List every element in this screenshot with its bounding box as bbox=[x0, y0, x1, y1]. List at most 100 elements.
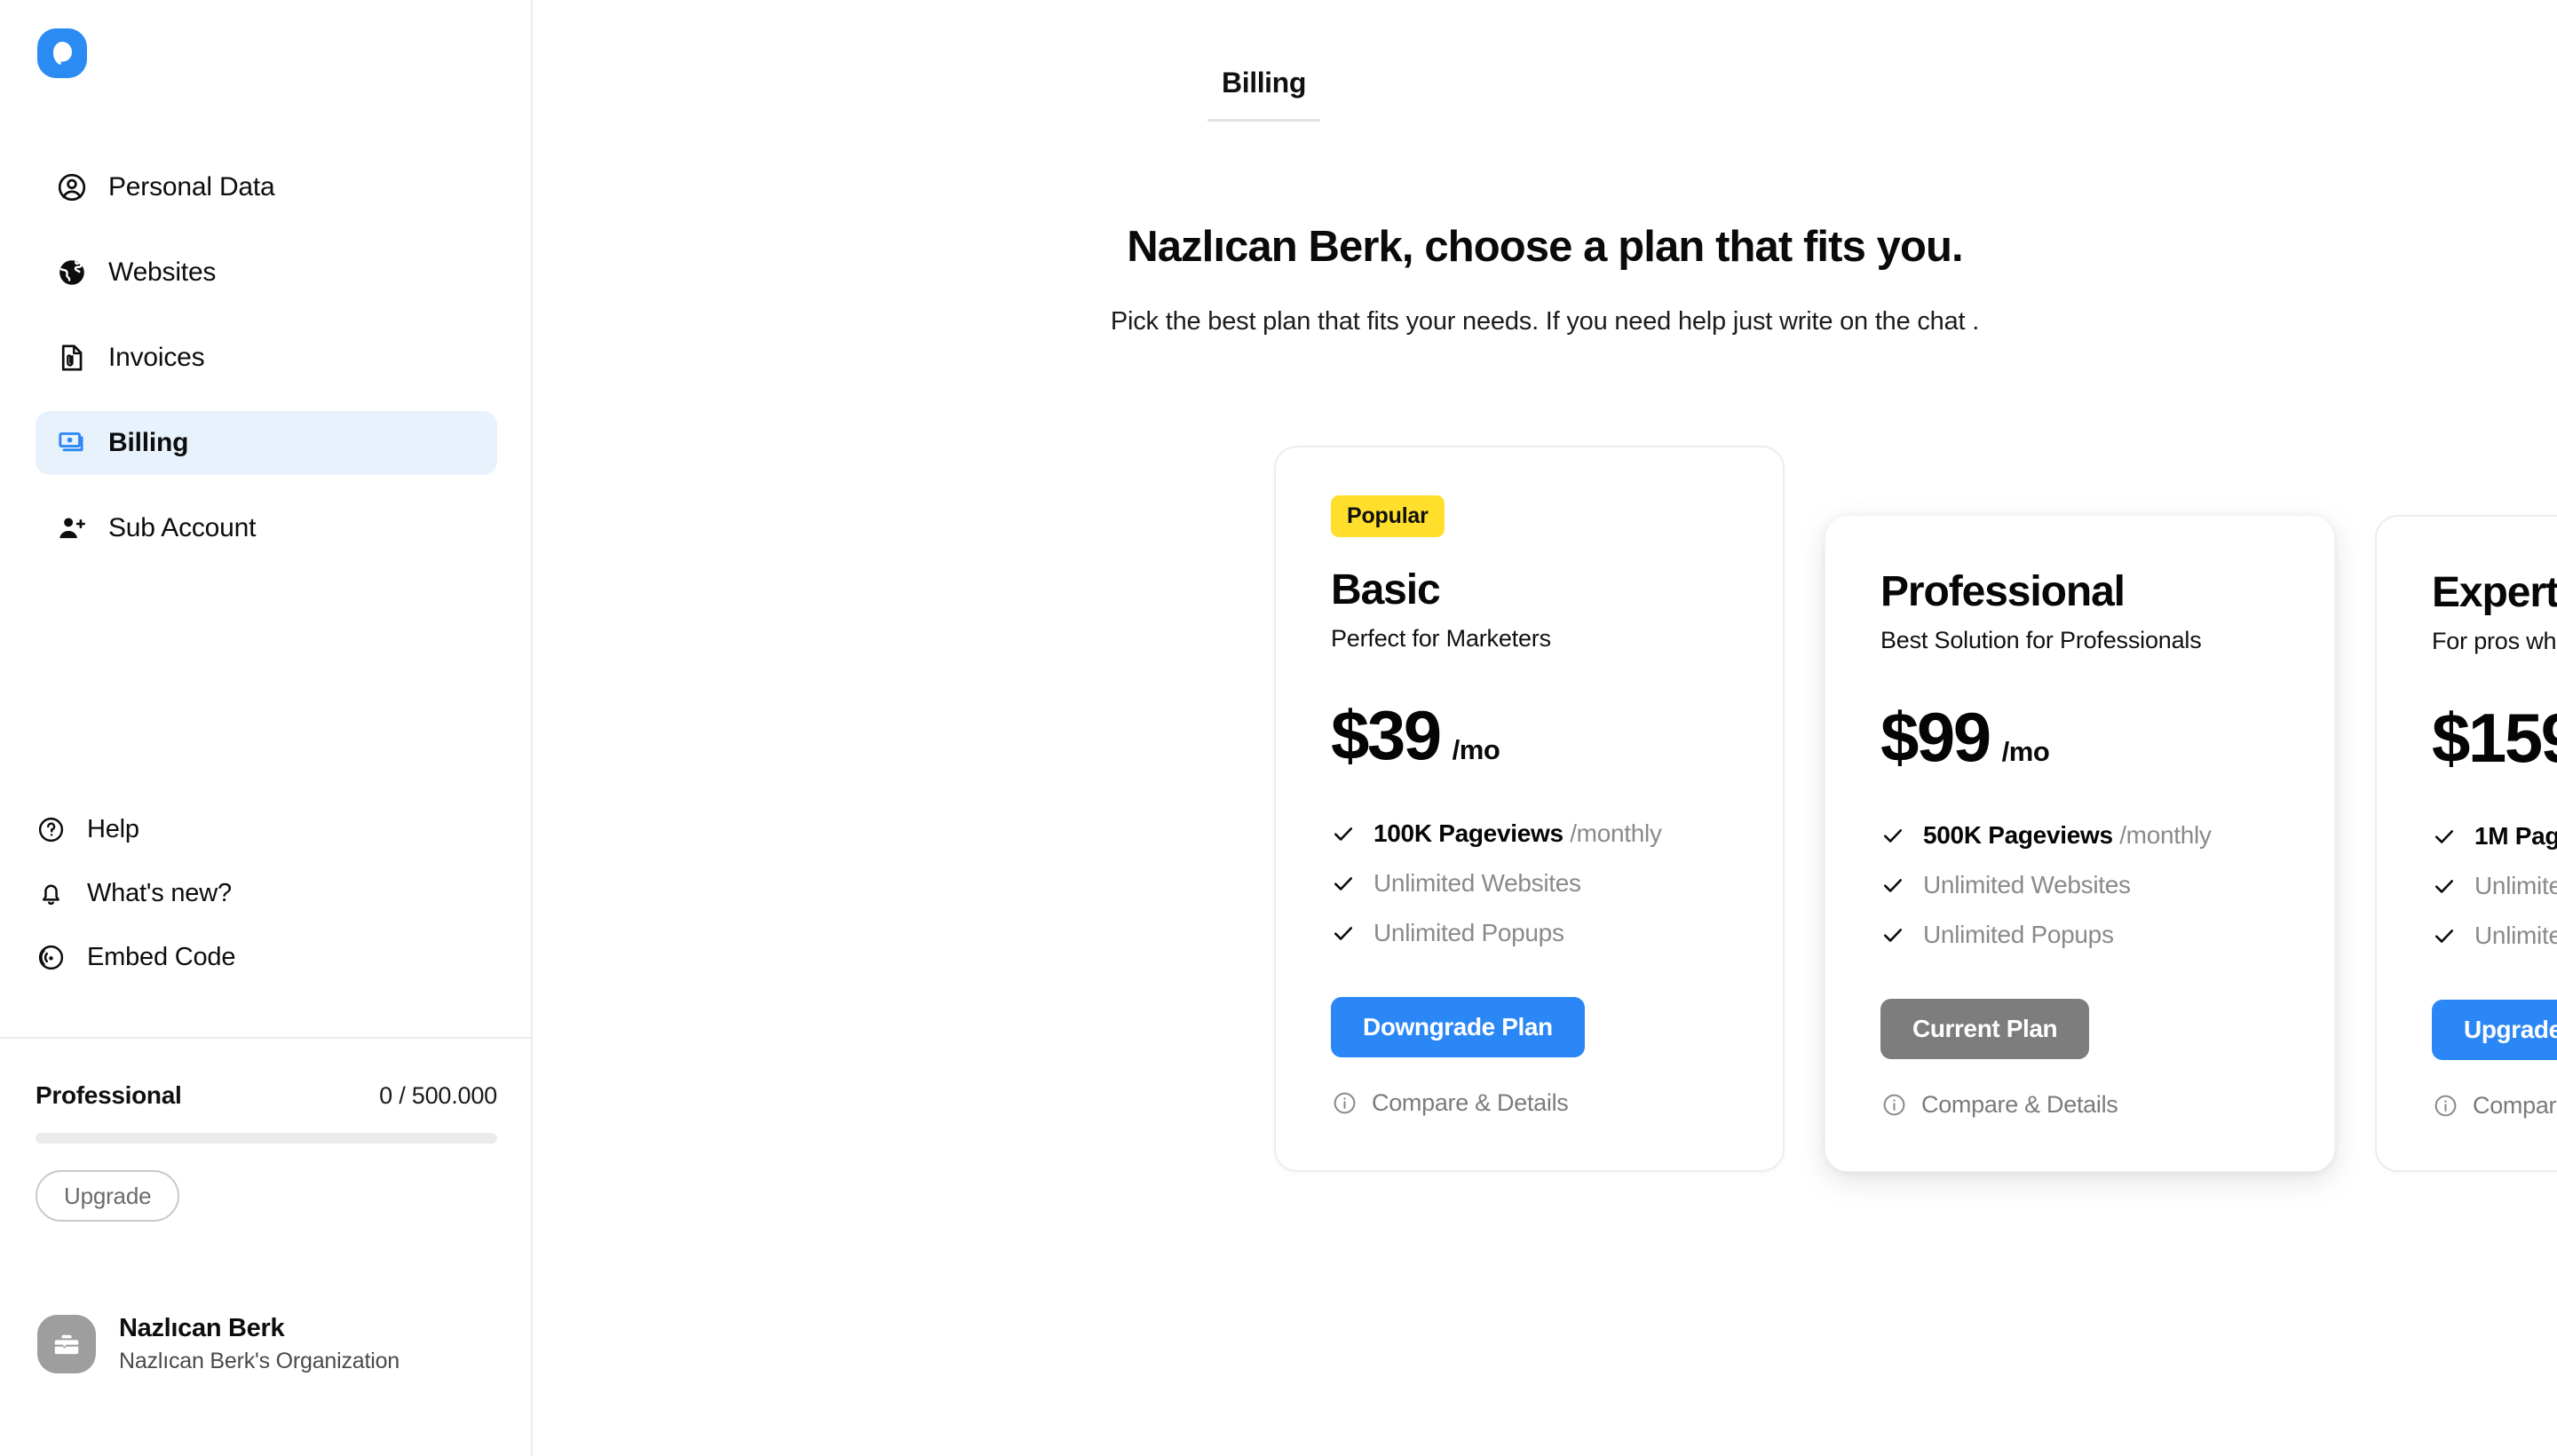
list-item: Unlimited Websites bbox=[2432, 861, 2557, 911]
sidebar-item-label: Embed Code bbox=[87, 942, 236, 971]
check-icon bbox=[2432, 874, 2457, 898]
avatar bbox=[37, 1315, 96, 1373]
plan-feature-list: 500K Pageviews /monthly Unlimited Websit… bbox=[1880, 811, 2279, 960]
compare-details-link[interactable]: Compare & Details bbox=[1880, 1091, 2279, 1119]
status-badge: Popular bbox=[1331, 495, 1445, 537]
sidebar-item-label: Help bbox=[87, 814, 139, 843]
check-icon bbox=[1880, 922, 1905, 947]
banknotes-icon bbox=[55, 426, 89, 460]
check-icon bbox=[1880, 823, 1905, 848]
sidebar-item-billing[interactable]: Billing bbox=[36, 411, 497, 475]
pageview-usage-count: 0 / 500.000 bbox=[379, 1082, 497, 1109]
secondary-navigation: Help What's new? Embed Code bbox=[0, 803, 533, 983]
list-item: Unlimited Websites bbox=[1331, 859, 1728, 908]
plan-cta-button[interactable]: Downgrade Plan bbox=[1331, 997, 1585, 1057]
plan-card-basic[interactable]: Popular Basic Perfect for Marketers $39 … bbox=[1274, 446, 1785, 1172]
feature-text: 500K Pageviews /monthly bbox=[1923, 821, 2212, 850]
plan-feature-list: 100K Pageviews /monthly Unlimited Websit… bbox=[1331, 809, 1728, 958]
plan-cta-button[interactable]: Current Plan bbox=[1880, 999, 2090, 1059]
compare-details-label: Compare & Details bbox=[1921, 1091, 2118, 1118]
list-item: 1M Pageviews /monthly bbox=[2432, 811, 2557, 861]
plan-price: $159 bbox=[2432, 699, 2557, 777]
list-item: Unlimited Popups bbox=[1331, 908, 1728, 958]
tab-billing[interactable]: Billing bbox=[1207, 67, 1320, 122]
sidebar-item-embed-code[interactable]: Embed Code bbox=[0, 931, 533, 983]
plan-card-expert[interactable]: Expert For pros who need more $159 /mo 1… bbox=[2375, 515, 2557, 1172]
popupsmart-logo-icon[interactable] bbox=[37, 28, 87, 78]
info-icon bbox=[1880, 1092, 1907, 1119]
user-organization: Nazlıcan Berk's Organization bbox=[119, 1349, 400, 1373]
check-icon bbox=[2432, 824, 2457, 849]
feature-highlight: 100K Pageviews bbox=[1373, 819, 1563, 847]
feature-text: Unlimited Popups bbox=[1373, 919, 1564, 946]
compare-details-label: Compare & Details bbox=[2473, 1092, 2557, 1119]
feature-text: Unlimited Websites bbox=[1923, 871, 2131, 898]
list-item: 500K Pageviews /monthly bbox=[1880, 811, 2279, 860]
upgrade-button[interactable]: Upgrade bbox=[36, 1170, 180, 1222]
plan-price-row: $159 /mo bbox=[2432, 703, 2557, 772]
sidebar-divider bbox=[0, 1037, 533, 1039]
sidebar-item-label: Sub Account bbox=[108, 513, 257, 542]
plan-card-professional[interactable]: Professional Best Solution for Professio… bbox=[1825, 515, 2335, 1172]
check-icon bbox=[1331, 821, 1356, 846]
globe-icon bbox=[55, 256, 89, 289]
sidebar-item-label: Billing bbox=[108, 428, 189, 457]
user-name: Nazlıcan Berk bbox=[119, 1314, 285, 1342]
sidebar-item-personal-data[interactable]: Personal Data bbox=[36, 155, 497, 219]
sidebar: Personal Data Websites Invoices Billing … bbox=[0, 0, 533, 1456]
user-text-block: Nazlıcan Berk Nazlıcan Berk's Organizati… bbox=[119, 1314, 400, 1374]
plan-price: $39 bbox=[1331, 696, 1442, 774]
feature-text: Unlimited Websites bbox=[2474, 872, 2557, 899]
feature-text: Unlimited Websites bbox=[1373, 869, 1581, 897]
sidebar-item-label: What's new? bbox=[87, 878, 232, 907]
page-title: Nazlıcan Berk, choose a plan that fits y… bbox=[1127, 223, 1963, 271]
list-item: Unlimited Websites bbox=[1880, 860, 2279, 910]
tab-bar: Billing bbox=[1207, 67, 1320, 122]
feature-text: Unlimited Popups bbox=[2474, 922, 2557, 949]
plan-title: Professional bbox=[1880, 568, 2126, 615]
check-icon bbox=[1880, 873, 1905, 898]
feature-text: 100K Pageviews /monthly bbox=[1373, 819, 1662, 848]
plan-title: Expert bbox=[2432, 569, 2557, 616]
question-circle-icon bbox=[36, 814, 66, 844]
bell-icon bbox=[36, 878, 66, 908]
list-item: Unlimited Popups bbox=[1880, 910, 2279, 960]
billing-page: Personal Data Websites Invoices Billing … bbox=[0, 0, 2557, 1456]
sidebar-item-label: Invoices bbox=[108, 343, 205, 372]
feature-text: Unlimited Popups bbox=[1923, 921, 2114, 948]
broadcast-icon bbox=[36, 942, 66, 972]
feature-highlight: 1M Pageviews bbox=[2474, 822, 2557, 850]
page-subtitle: Pick the best plan that fits your needs.… bbox=[1110, 307, 1980, 336]
sidebar-item-sub-account[interactable]: Sub Account bbox=[36, 496, 497, 560]
user-account-block[interactable]: Nazlıcan Berk Nazlıcan Berk's Organizati… bbox=[37, 1314, 400, 1374]
feature-text: 1M Pageviews /monthly bbox=[2474, 822, 2557, 851]
plan-price-row: $39 /mo bbox=[1331, 700, 1728, 770]
info-icon bbox=[1331, 1090, 1358, 1117]
plan-tagline: Best Solution for Professionals bbox=[1880, 627, 2202, 653]
check-icon bbox=[1331, 921, 1356, 946]
info-icon bbox=[2432, 1093, 2458, 1120]
feature-highlight: 500K Pageviews bbox=[1923, 821, 2113, 849]
plan-price-period: /mo bbox=[1452, 734, 1500, 765]
list-item: 100K Pageviews /monthly bbox=[1331, 809, 1728, 859]
user-circle-icon bbox=[55, 170, 89, 204]
sidebar-item-whats-new[interactable]: What's new? bbox=[0, 867, 533, 919]
plan-usage-panel: Professional 0 / 500.000 Upgrade bbox=[36, 1081, 497, 1222]
sidebar-item-invoices[interactable]: Invoices bbox=[36, 326, 497, 390]
current-plan-name: Professional bbox=[36, 1081, 182, 1109]
user-plus-icon bbox=[55, 511, 89, 545]
check-icon bbox=[2432, 923, 2457, 948]
sidebar-item-websites[interactable]: Websites bbox=[36, 241, 497, 305]
check-icon bbox=[1331, 871, 1356, 896]
sidebar-item-label: Websites bbox=[108, 257, 217, 287]
primary-navigation: Personal Data Websites Invoices Billing … bbox=[0, 155, 533, 560]
plan-feature-list: 1M Pageviews /monthly Unlimited Websites… bbox=[2432, 811, 2557, 961]
page-hero: Nazlıcan Berk, choose a plan that fits y… bbox=[533, 222, 2557, 336]
plan-cta-button[interactable]: Upgrade Plan bbox=[2432, 1000, 2557, 1060]
compare-details-link[interactable]: Compare & Details bbox=[1331, 1089, 1728, 1117]
compare-details-label: Compare & Details bbox=[1372, 1089, 1569, 1116]
compare-details-link[interactable]: Compare & Details bbox=[2432, 1092, 2557, 1120]
sidebar-item-help[interactable]: Help bbox=[0, 803, 533, 855]
sidebar-item-label: Personal Data bbox=[108, 172, 275, 202]
feature-suffix: /monthly bbox=[2112, 821, 2212, 849]
